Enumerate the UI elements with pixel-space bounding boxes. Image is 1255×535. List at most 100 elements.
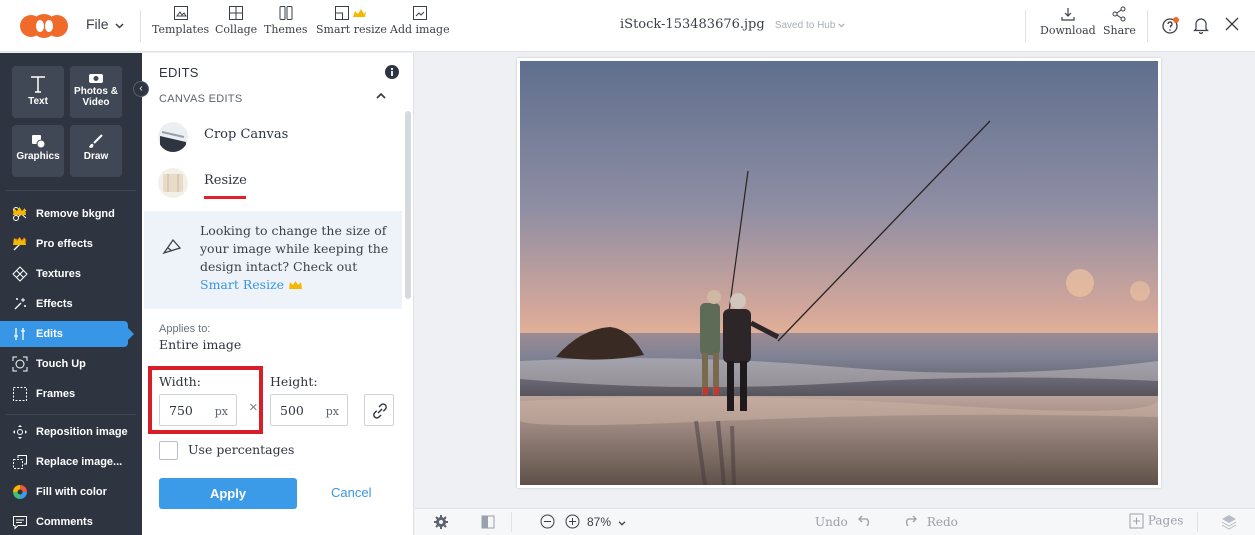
crown-icon — [13, 207, 26, 215]
settings-icon[interactable] — [433, 514, 449, 530]
zoom-level: 87% — [587, 515, 612, 529]
save-status-label: Saved to Hub — [774, 20, 836, 31]
text-tile[interactable]: Text — [12, 66, 64, 118]
apply-button[interactable]: Apply — [159, 478, 297, 509]
height-field[interactable]: px — [270, 394, 348, 426]
add-page-icon — [1129, 513, 1144, 529]
smart-resize-button[interactable]: Smart resize — [316, 5, 387, 36]
canvas-area — [415, 53, 1255, 508]
help-icon — [1162, 17, 1179, 34]
themes-label: Themes — [264, 23, 308, 36]
download-button[interactable]: Download — [1040, 6, 1096, 37]
help-button[interactable] — [1161, 16, 1181, 41]
graphics-icon — [32, 135, 46, 149]
collapse-panel-button[interactable]: ‹ — [133, 81, 149, 97]
frames-item[interactable]: Frames — [0, 381, 134, 407]
cancel-button[interactable]: Cancel — [331, 485, 371, 500]
collage-label: Collage — [215, 23, 258, 36]
width-field[interactable]: px — [159, 394, 237, 426]
edits-item[interactable]: Edits — [0, 321, 134, 347]
close-button[interactable] — [1224, 16, 1240, 37]
templates-label: Templates — [152, 23, 210, 36]
resize-hint-icon — [162, 238, 182, 255]
download-label: Download — [1040, 24, 1096, 37]
crop-canvas-row[interactable]: Crop Canvas — [144, 115, 402, 157]
zoom-out-icon[interactable] — [540, 514, 555, 529]
zoom-level-dropdown[interactable]: 87% — [587, 515, 626, 529]
smart-resize-label: Smart resize — [316, 23, 387, 36]
reposition-icon — [13, 425, 27, 439]
textures-item[interactable]: Textures — [0, 261, 134, 287]
photos-video-tile[interactable]: Photos & Video — [70, 66, 122, 118]
replace-icon — [13, 455, 27, 469]
width-label: Width: — [159, 374, 201, 389]
document-title[interactable]: iStock-153483676.jpg Saved to Hub — [620, 17, 845, 32]
hint-body: Looking to change the size of your image… — [200, 223, 389, 274]
reposition-image-label: Reposition image — [36, 426, 128, 438]
graphics-tile[interactable]: Graphics — [12, 125, 64, 177]
reposition-image-item[interactable]: Reposition image — [0, 419, 134, 445]
comments-item[interactable]: Comments — [0, 509, 134, 535]
effects-label: Effects — [36, 298, 73, 310]
notifications-button[interactable] — [1193, 16, 1209, 39]
share-button[interactable]: Share — [1103, 6, 1136, 37]
draw-tile[interactable]: Draw — [70, 125, 122, 177]
crown-icon — [13, 237, 26, 245]
layers-icon[interactable] — [1221, 514, 1237, 530]
file-menu[interactable]: File — [86, 16, 124, 32]
canvas-edits-header[interactable]: CANVAS EDITS — [159, 93, 242, 105]
comments-label: Comments — [36, 516, 93, 528]
themes-button[interactable]: Themes — [264, 5, 308, 36]
redo-button[interactable]: Redo — [901, 515, 958, 529]
panel-title: EDITS — [159, 65, 199, 80]
use-percentages-checkbox[interactable] — [159, 441, 178, 460]
add-image-button[interactable]: Add image — [390, 5, 450, 36]
zoom-in-icon[interactable] — [565, 514, 580, 529]
fill-with-color-item[interactable]: Fill with color — [0, 479, 134, 505]
replace-image-item[interactable]: Replace image... — [0, 449, 134, 475]
fishermen-photo[interactable] — [517, 58, 1161, 488]
chevron-up-icon[interactable] — [376, 92, 386, 100]
face-icon — [12, 356, 28, 372]
comment-icon — [13, 516, 27, 530]
width-input[interactable] — [169, 403, 209, 418]
height-input[interactable] — [280, 403, 320, 418]
compare-icon[interactable] — [481, 514, 495, 530]
smart-resize-icon — [335, 6, 367, 20]
touch-up-item[interactable]: Touch Up — [0, 351, 134, 377]
divider — [6, 414, 136, 415]
text-icon — [31, 76, 45, 93]
add-image-icon — [412, 6, 427, 20]
divider — [6, 190, 136, 191]
collage-button[interactable]: Collage — [215, 5, 257, 36]
undo-button[interactable]: Undo — [815, 515, 874, 529]
width-unit: px — [214, 405, 228, 418]
share-label: Share — [1103, 24, 1136, 37]
remove-background-item[interactable]: Remove bkgnd — [0, 201, 134, 227]
crop-canvas-thumbnail — [158, 122, 188, 152]
lock-aspect-ratio-button[interactable] — [364, 394, 394, 426]
undo-label: Undo — [815, 515, 848, 529]
panel-scrollbar[interactable] — [405, 111, 411, 299]
close-icon — [1225, 17, 1239, 31]
pro-effects-item[interactable]: Pro effects — [0, 231, 134, 257]
smart-resize-link[interactable]: Smart Resize — [200, 277, 284, 292]
touch-up-label: Touch Up — [36, 358, 86, 370]
remove-background-label: Remove bkgnd — [36, 208, 115, 220]
divider — [140, 10, 141, 42]
times-separator: × — [249, 399, 258, 416]
applies-to-value: Entire image — [159, 337, 242, 352]
chevron-down-icon — [115, 23, 124, 29]
logo-icon[interactable] — [16, 11, 72, 41]
pages-button[interactable]: Pages — [1129, 513, 1183, 529]
use-percentages-label[interactable]: Use percentages — [188, 442, 294, 457]
chevron-down-icon — [838, 23, 845, 28]
templates-button[interactable]: Templates — [152, 5, 209, 36]
info-icon[interactable] — [385, 65, 399, 79]
resize-row[interactable]: Resize — [144, 161, 402, 203]
effects-item[interactable]: Effects — [0, 291, 134, 317]
smart-resize-hint: Looking to change the size of your image… — [144, 211, 402, 309]
divider — [1025, 10, 1026, 42]
hint-text: Looking to change the size of your image… — [200, 222, 390, 294]
bottom-bar: 87% Undo Redo Pages — [415, 508, 1255, 535]
